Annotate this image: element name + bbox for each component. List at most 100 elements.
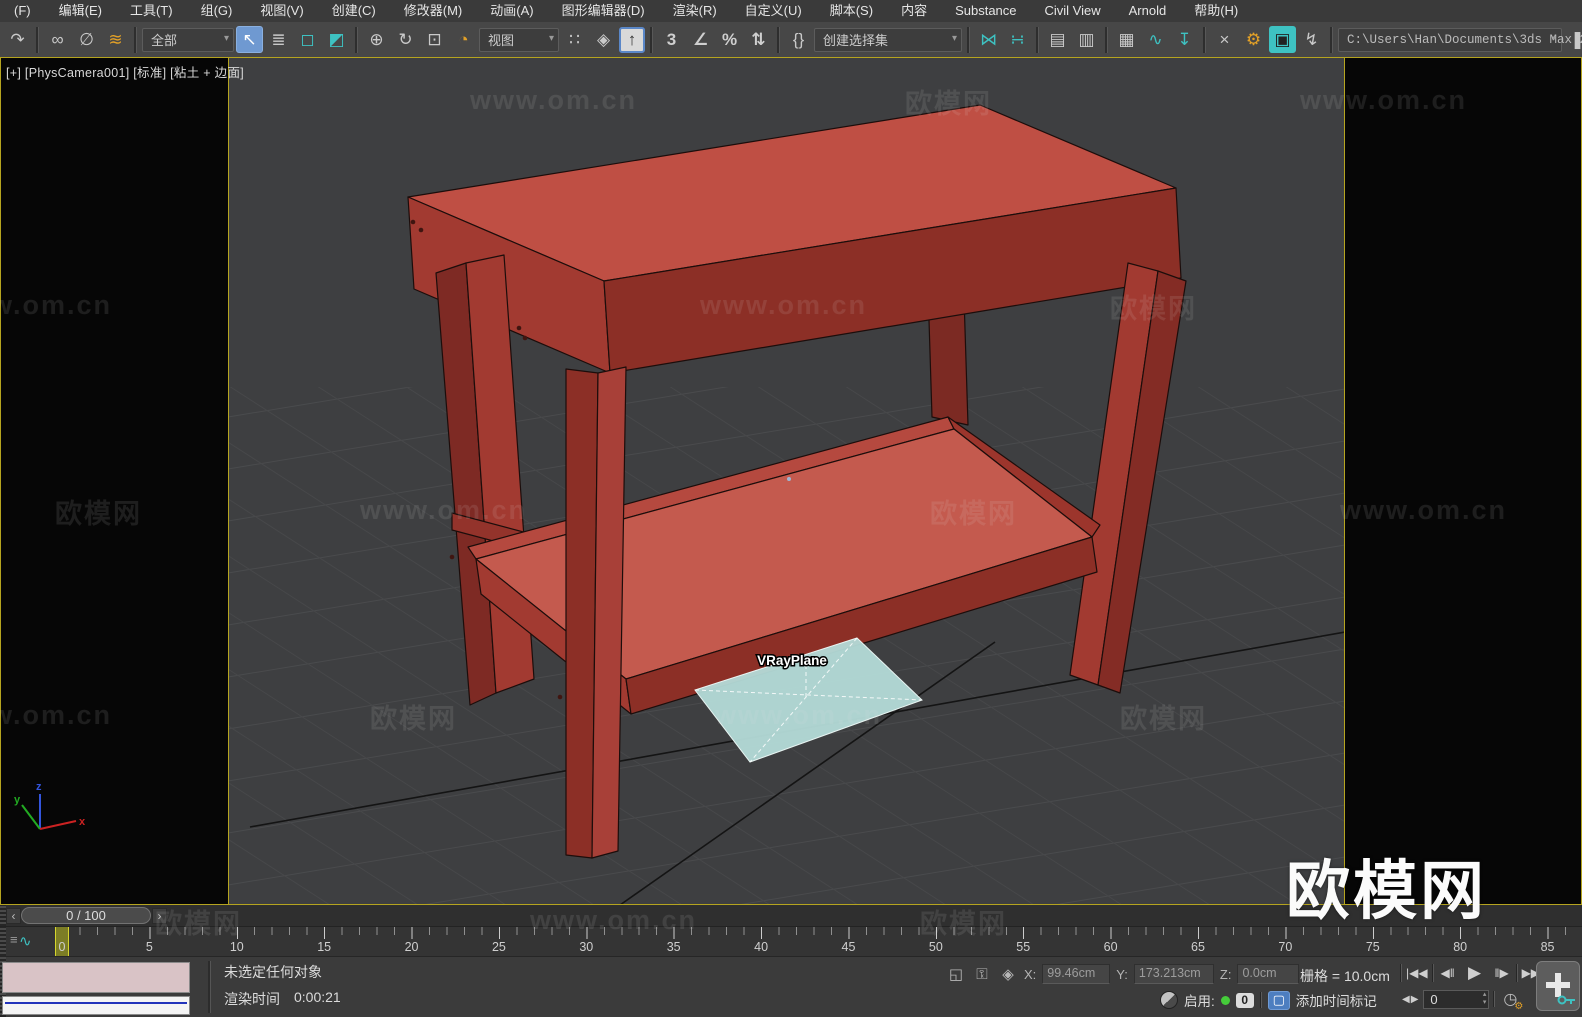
set-key-button[interactable] <box>1536 961 1580 1011</box>
toolbar-divider <box>355 26 358 53</box>
render-time-value: 0:00:21 <box>294 989 341 1005</box>
scene-explorer-icon[interactable]: ▤ <box>1044 26 1071 53</box>
layer-explorer-icon[interactable]: ▥ <box>1073 26 1100 53</box>
menu-edit[interactable]: 编辑(E) <box>45 0 116 22</box>
y-coordinate-field[interactable]: 173.213cm <box>1133 964 1214 984</box>
edit-named-selections-icon[interactable]: {} <box>785 26 812 53</box>
redo-icon[interactable]: ↷ <box>4 26 31 53</box>
z-coordinate-field[interactable]: 0.0cm <box>1237 964 1300 984</box>
divider <box>1431 964 1434 982</box>
letterbox-right <box>1345 58 1581 904</box>
security-count-button[interactable]: 0 <box>1235 992 1254 1008</box>
select-and-link-icon[interactable]: ∞ <box>44 26 71 53</box>
layout-swap-icon[interactable]: × <box>1211 26 1238 53</box>
reference-coordinate-dropdown[interactable]: 视图 <box>479 27 559 52</box>
menu-tools[interactable]: 工具(T) <box>116 0 187 22</box>
menu-substance[interactable]: Substance <box>941 0 1030 22</box>
select-object-button[interactable]: ↖ <box>236 26 263 53</box>
select-and-manipulate-icon[interactable]: ◈ <box>590 26 617 53</box>
y-label: Y: <box>1116 966 1128 982</box>
ruler-label: 80 <box>1453 940 1468 954</box>
scene-security-icon[interactable] <box>1160 991 1178 1009</box>
bind-to-spacewarp-icon[interactable]: ≋ <box>102 26 129 53</box>
unlink-selection-icon[interactable]: ∅ <box>73 26 100 53</box>
frame-spinner[interactable]: ▴ ▾ <box>1483 991 1487 1007</box>
select-and-place-icon[interactable]: ◔ <box>450 26 477 53</box>
window-crossing-icon[interactable]: ◩ <box>323 26 350 53</box>
ruler-label: 70 <box>1278 940 1293 954</box>
menu-create[interactable]: 创建(C) <box>318 0 390 22</box>
x-coordinate-field[interactable]: 99.46cm <box>1042 964 1111 984</box>
menu-arnold[interactable]: Arnold <box>1115 0 1181 22</box>
selection-lock-icon[interactable]: ⚿ <box>972 965 992 983</box>
menu-file[interactable]: (F) <box>0 0 45 22</box>
time-configuration-button[interactable]: ◷ ⚙ <box>1499 989 1523 1012</box>
menu-civil-view[interactable]: Civil View <box>1031 0 1115 22</box>
menu-rendering[interactable]: 渲染(R) <box>659 0 731 22</box>
angle-snap-icon[interactable]: ∠ <box>687 26 714 53</box>
listener-box[interactable] <box>2 996 190 1015</box>
time-slider-handle[interactable]: 0 / 100 <box>21 907 151 924</box>
percent-snap-icon[interactable]: % <box>716 26 743 53</box>
time-slider-prev-button[interactable]: ‹ <box>6 908 21 924</box>
status-prompt: 未选定任何对象 <box>224 964 322 980</box>
viewport-label[interactable]: [+] [PhysCamera001] [标准] [粘土 + 边面] <box>6 62 244 81</box>
rectangular-selection-icon[interactable]: ◻ <box>294 26 321 53</box>
menu-content[interactable]: 内容 <box>887 0 941 22</box>
menu-graph-editors[interactable]: 图形编辑器(D) <box>548 0 659 22</box>
toolbar-divider <box>1203 26 1206 53</box>
letterbox-left <box>1 58 228 904</box>
ruler-label: 0 <box>58 940 66 954</box>
macro-recorder-box[interactable] <box>2 962 190 993</box>
render-production-icon[interactable]: ↯ <box>1298 26 1325 53</box>
select-and-rotate-icon[interactable]: ↻ <box>392 26 419 53</box>
ruler-label: 5 <box>145 940 153 954</box>
key-mode-toggle[interactable]: ◀▶ <box>1402 994 1419 1005</box>
menu-scripting[interactable]: 脚本(S) <box>816 0 887 22</box>
frame-value: 0 <box>1430 991 1438 1007</box>
select-and-move-icon[interactable]: ⊕ <box>363 26 390 53</box>
material-editor-icon[interactable]: ↧ <box>1171 26 1198 53</box>
go-to-start-button[interactable]: |◀◀ <box>1404 962 1430 984</box>
select-and-scale-icon[interactable]: ⊡ <box>421 26 448 53</box>
previous-frame-button[interactable]: ◀‖ <box>1436 962 1460 984</box>
menu-animation[interactable]: 动画(A) <box>476 0 547 22</box>
track-view-icon[interactable]: ∿ <box>1142 26 1169 53</box>
named-selection-dropdown[interactable]: 创建选择集 <box>814 27 962 52</box>
render-time-line: 渲染时间 0:00:21 <box>224 989 341 1009</box>
rendered-frame-icon[interactable]: ▣ <box>1269 26 1296 53</box>
select-by-name-icon[interactable]: ≣ <box>265 26 292 53</box>
track-bar[interactable]: ≡ ∿ 0 5 10 15 20 25 30 35 40 45 50 55 60 65 70 75 80 85 <box>0 927 1582 957</box>
curve-editor-icon[interactable]: ▦ <box>1113 26 1140 53</box>
keyboard-override-icon[interactable]: ↑ <box>619 26 645 53</box>
time-slider-next-button[interactable]: › <box>152 908 167 924</box>
menu-customize[interactable]: 自定义(U) <box>731 0 816 22</box>
pivot-center-icon[interactable]: ∷ <box>561 26 588 53</box>
mirror-icon[interactable]: ⋈ <box>975 26 1002 53</box>
ruler-label: 15 <box>317 940 332 954</box>
time-tag-cube-button[interactable]: ▢ <box>1267 990 1290 1010</box>
z-label: Z: <box>1219 966 1232 982</box>
viewport-scene[interactable]: VRayPlane z y x <box>0 57 1582 905</box>
add-time-tag-label[interactable]: 添加时间标记 <box>1296 990 1377 1010</box>
x-label: X: <box>1024 966 1037 982</box>
menu-modifiers[interactable]: 修改器(M) <box>390 0 477 22</box>
render-setup-icon[interactable]: ⚙ <box>1240 26 1267 53</box>
isolate-selection-icon[interactable]: ◱ <box>946 965 966 983</box>
enable-label: 启用: <box>1184 994 1215 1009</box>
vray-plane-label: VRayPlane <box>757 653 827 668</box>
absolute-offset-mode-icon[interactable]: ◈ <box>998 965 1018 983</box>
next-frame-button[interactable]: ‖▶ <box>1490 962 1514 984</box>
project-path-dropdown[interactable]: C:\Users\Han\Documents\3ds Max 2022 <box>1338 27 1582 52</box>
time-slider-row: ‹ 0 / 100 › <box>0 905 1582 927</box>
menu-group[interactable]: 组(G) <box>187 0 247 22</box>
viewport[interactable]: VRayPlane z y x [+] [PhysCamera001] [标准]… <box>0 57 1582 905</box>
snap-3d-icon[interactable]: 3 <box>658 26 685 53</box>
menu-views[interactable]: 视图(V) <box>246 0 317 22</box>
spinner-snap-icon[interactable]: ⇅ <box>745 26 772 53</box>
current-frame-field[interactable]: 0 ▴ ▾ <box>1423 989 1490 1009</box>
menu-help[interactable]: 帮助(H) <box>1180 0 1252 22</box>
selection-filter-dropdown[interactable]: 全部 <box>142 27 234 52</box>
play-button[interactable]: ▶ <box>1460 962 1490 984</box>
align-icon[interactable]: ∺ <box>1004 26 1031 53</box>
